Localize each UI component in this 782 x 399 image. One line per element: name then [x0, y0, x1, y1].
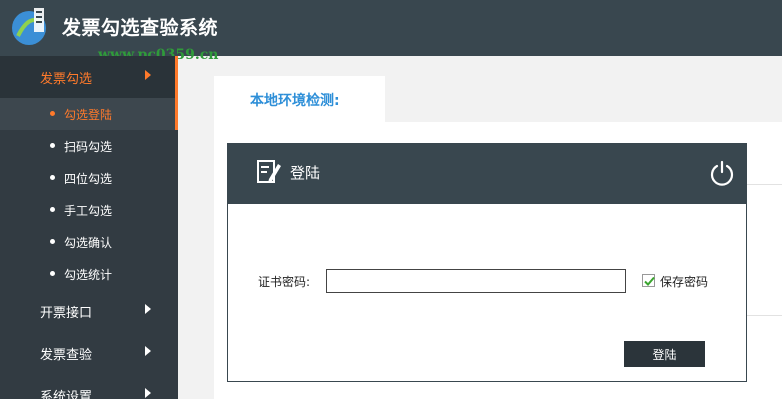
login-dialog: 登陆 证书密码: 保存密码 登陆 [227, 143, 747, 382]
save-password-checkbox[interactable] [642, 274, 655, 287]
sidebar-item-label: 手工勾选 [64, 204, 113, 218]
bullet-icon [50, 111, 55, 116]
dialog-title: 登陆 [290, 164, 321, 182]
table-divider [746, 184, 782, 185]
sidebar-item-four-digit-select[interactable]: 四位勾选 [0, 162, 178, 194]
sidebar-item-label: 勾选登陆 [64, 108, 113, 122]
chevron-right-icon [145, 70, 151, 80]
sidebar-group-label: 系统设置 [40, 390, 93, 399]
bullet-icon [50, 175, 55, 180]
chevron-right-icon [145, 388, 151, 398]
bullet-icon [50, 271, 55, 276]
dialog-header: 登陆 [228, 144, 746, 204]
sidebar-item-select-stats[interactable]: 勾选统计 [0, 258, 178, 290]
watermark-logo-icon [12, 8, 46, 45]
power-icon[interactable] [709, 160, 735, 186]
bullet-icon [50, 239, 55, 244]
sidebar-group-label: 开票接口 [40, 306, 93, 321]
save-password-label: 保存密码 [660, 275, 709, 289]
sidebar-group-invoicing-api[interactable]: 开票接口 [0, 290, 178, 332]
sidebar-group-label: 发票查验 [40, 348, 93, 363]
sidebar: 发票勾选 勾选登陆 扫码勾选 四位勾选 手工勾选 勾选确认 勾选统计 开票接口 … [0, 56, 178, 399]
bullet-icon [50, 207, 55, 212]
tab-strip [385, 76, 782, 122]
sidebar-group-invoice-verify[interactable]: 发票查验 [0, 332, 178, 374]
bullet-icon [50, 143, 55, 148]
sidebar-item-manual-select[interactable]: 手工勾选 [0, 194, 178, 226]
app-title: 发票勾选查验系统 [62, 17, 219, 39]
login-button[interactable]: 登陆 [624, 341, 705, 367]
chevron-right-icon [145, 304, 151, 314]
password-input[interactable] [326, 269, 626, 293]
sidebar-item-label: 勾选确认 [64, 236, 113, 250]
sidebar-item-scan-select[interactable]: 扫码勾选 [0, 130, 178, 162]
sidebar-group-system-settings[interactable]: 系统设置 [0, 374, 178, 399]
sidebar-item-label: 扫码勾选 [64, 140, 113, 154]
sidebar-item-label: 勾选统计 [64, 268, 113, 282]
edit-document-icon [257, 160, 281, 183]
sidebar-item-label: 四位勾选 [64, 172, 113, 186]
table-divider [746, 315, 782, 316]
check-icon [644, 276, 655, 286]
sidebar-group-label: 发票勾选 [40, 72, 93, 87]
tab-local-environment-check[interactable]: 本地环境检测: [250, 90, 340, 110]
sidebar-item-select-login[interactable]: 勾选登陆 [0, 98, 178, 130]
password-label: 证书密码: [258, 275, 311, 289]
sidebar-group-invoice-select[interactable]: 发票勾选 [0, 56, 178, 98]
sidebar-item-select-confirm[interactable]: 勾选确认 [0, 226, 178, 258]
chevron-right-icon [145, 346, 151, 356]
